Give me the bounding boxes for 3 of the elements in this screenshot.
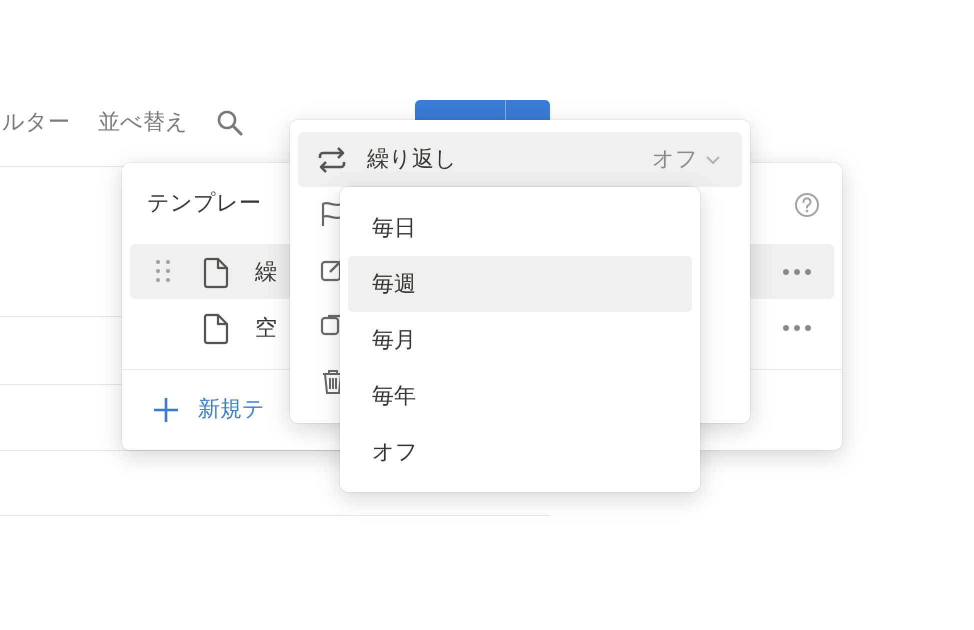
panel-title: テンプレー [147, 190, 261, 218]
template-name: 空 [255, 315, 277, 343]
template-name: 繰 [255, 259, 277, 287]
